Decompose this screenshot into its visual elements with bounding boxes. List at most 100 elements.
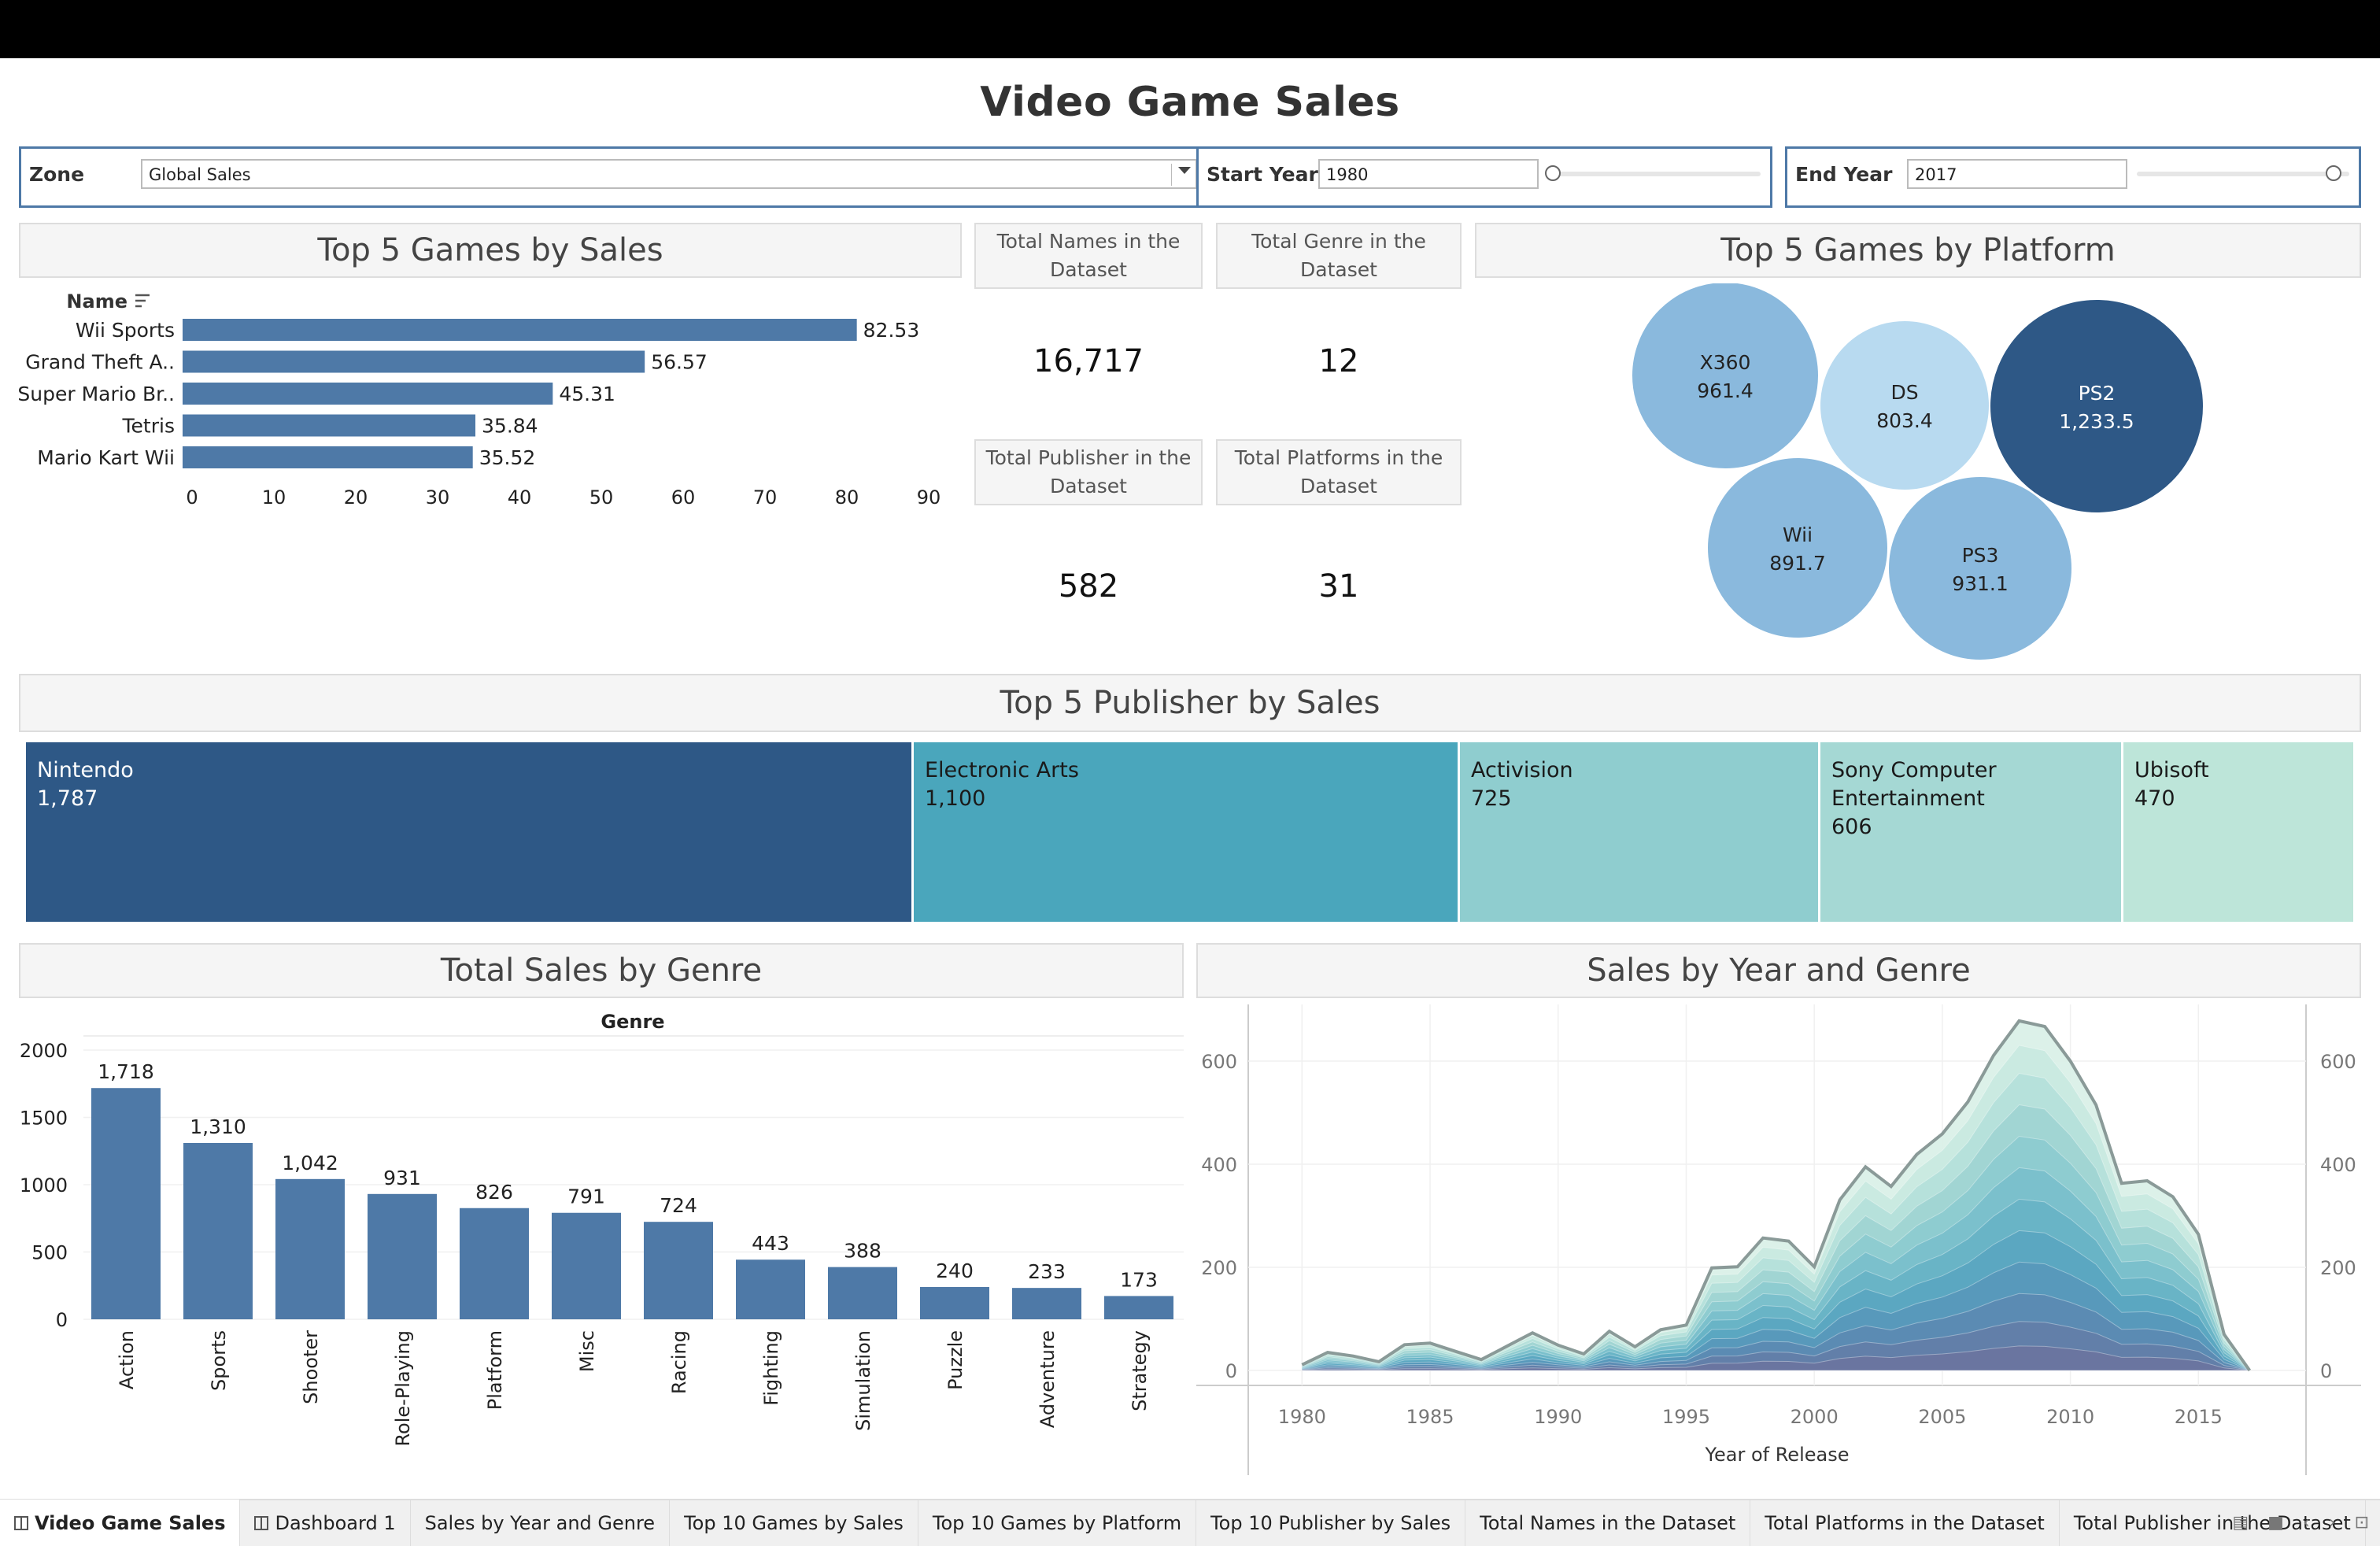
publisher-value-label: 470 <box>2134 786 2175 811</box>
dashboard-icon <box>254 1516 269 1530</box>
kpi-platforms-value: 31 <box>1318 568 1359 605</box>
x-axis-tick-label: 1990 <box>1534 1406 1582 1428</box>
y-axis-tick-label: 600 <box>1201 1051 1237 1073</box>
sheet-tab-bar: Video Game Sales Dashboard 1 Sales by Year… <box>0 1499 2380 1546</box>
dashboard-title: Video Game Sales <box>980 79 1400 126</box>
genre-sales-value: 724 <box>660 1194 697 1217</box>
zone-dropdown[interactable]: Global Sales <box>141 159 1197 189</box>
tab-label: Sales by Year and Genre <box>424 1512 656 1534</box>
top-games-bar-chart: Name Wii Sports 82.53 Grand Theft A.. 56.57 S… <box>17 290 941 509</box>
x-axis-tick-label: 1980 <box>1278 1406 1326 1428</box>
top-publisher-title: Top 5 Publisher by Sales <box>19 674 2361 732</box>
genre-category-label: Strategy <box>1129 1330 1151 1411</box>
end-year-slider-handle[interactable] <box>2326 165 2341 181</box>
genre-sales-bar <box>920 1286 989 1319</box>
genre-sales-bar <box>368 1193 437 1319</box>
year-genre-title: Sales by Year and Genre <box>1196 943 2361 998</box>
x-axis-tick-label: 0 <box>186 486 198 509</box>
genre-sales-bar <box>828 1267 897 1319</box>
tab-total-platforms[interactable]: Total Platforms in the Dataset <box>1750 1500 2060 1546</box>
start-year-input[interactable]: 1980 <box>1318 159 1539 189</box>
tab-total-names[interactable]: Total Names in the Dataset <box>1465 1500 1751 1546</box>
present-icon[interactable]: ⊡ <box>2355 1513 2369 1533</box>
genre-sales-value: 1,718 <box>98 1060 154 1083</box>
genre-category-label: Misc <box>576 1330 598 1372</box>
platform-value-label: 1,233.5 <box>2059 410 2134 433</box>
tab-label: Top 10 Publisher by Sales <box>1210 1512 1451 1534</box>
tab-sales-by-year-and-genre[interactable]: Sales by Year and Genre <box>411 1500 671 1546</box>
end-year-input[interactable]: 2017 <box>1907 159 2127 189</box>
game-name-label: Grand Theft A.. <box>25 351 175 374</box>
game-sales-bar <box>183 319 857 341</box>
genre-sales-bar <box>1104 1296 1173 1319</box>
genre-category-label: Action <box>116 1330 138 1389</box>
tab-label: Top 10 Games by Sales <box>684 1512 904 1534</box>
platform-value-label: 961.4 <box>1697 379 1754 402</box>
y-axis-tick-label: 2000 <box>20 1040 68 1062</box>
y-axis-tick-label: 0 <box>56 1309 68 1331</box>
genre-category-label: Puzzle <box>944 1330 966 1390</box>
platform-name-label: X360 <box>1700 351 1751 374</box>
x-axis-tick-label: 10 <box>262 486 286 509</box>
genre-sales-bar <box>736 1259 805 1319</box>
x-axis-tick-label: 2005 <box>1918 1406 1966 1428</box>
year-genre-area-chart: 0 0 200 200 400 400 600 600 1980 1985 1990 1995 2000… <box>1196 1004 2361 1475</box>
x-axis-tick-label: 1995 <box>1662 1406 1710 1428</box>
grid-view-icon[interactable]: ▤ <box>2232 1513 2249 1533</box>
platform-name-label: Wii <box>1783 523 1813 546</box>
genre-category-label: Shooter <box>300 1330 322 1404</box>
start-year-slider[interactable] <box>1548 172 1761 176</box>
kpi-platforms-title: Total Platforms in the Dataset <box>1216 439 1462 505</box>
kpi-names-title: Total Names in the Dataset <box>974 223 1203 289</box>
platform-bubble <box>1819 320 1990 491</box>
platform-bubble <box>1706 457 1889 639</box>
start-year-filter: Start Year 1980 <box>1196 146 1772 208</box>
window-top-bar <box>0 0 2380 58</box>
dropdown-separator <box>1171 164 1172 186</box>
start-year-slider-handle[interactable] <box>1545 165 1561 181</box>
tab-top-10-games-by-platform[interactable]: Top 10 Games by Platform <box>918 1500 1197 1546</box>
x-axis-title: Year of Release <box>1705 1444 1850 1466</box>
game-sales-value: 35.84 <box>482 415 538 438</box>
sort-icon <box>135 294 150 308</box>
tab-label: Video Game Sales <box>35 1512 226 1534</box>
y-axis-tick-label: 200 <box>1201 1257 1237 1279</box>
y-axis-tick-label-right: 600 <box>2320 1051 2356 1073</box>
platform-value-label: 891.7 <box>1769 552 1826 575</box>
end-year-filter: End Year 2017 <box>1785 146 2361 208</box>
x-axis-tick-label: 2000 <box>1791 1406 1839 1428</box>
x-axis-tick-label: 2010 <box>2046 1406 2094 1428</box>
game-name-label: Tetris <box>122 415 175 438</box>
tab-label: Dashboard 1 <box>275 1512 396 1534</box>
platform-name-label: PS3 <box>1962 544 1999 567</box>
game-sales-bar <box>183 350 645 373</box>
filmstrip-view-icon[interactable]: ■ <box>2267 1513 2284 1533</box>
tab-dashboard-1[interactable]: Dashboard 1 <box>240 1500 411 1546</box>
x-axis-tick-label: 40 <box>508 486 532 509</box>
start-year-value: 1980 <box>1326 165 1369 184</box>
x-axis-tick-label: 30 <box>426 486 450 509</box>
tab-video-game-sales[interactable]: Video Game Sales <box>0 1500 241 1546</box>
game-name-label: Wii Sports <box>76 319 175 342</box>
publisher-value-label: 1,100 <box>925 786 986 811</box>
genre-sales-value: 931 <box>383 1167 421 1189</box>
x-axis-tick-label: 50 <box>589 486 614 509</box>
publisher-cell: Nintendo 1,787 <box>26 742 914 922</box>
publisher-name-label: Sony Computer Entertainment <box>1831 758 1997 811</box>
publisher-name-label: Nintendo <box>37 758 134 782</box>
scroll-left-icon[interactable]: ‹ <box>2303 1513 2310 1533</box>
end-year-slider[interactable] <box>2137 172 2349 176</box>
chevron-down-icon[interactable] <box>1178 167 1191 174</box>
genre-sales-value: 173 <box>1120 1268 1158 1291</box>
tab-top-10-publisher-by-sales[interactable]: Top 10 Publisher by Sales <box>1196 1500 1466 1546</box>
x-axis-tick-label: 80 <box>835 486 859 509</box>
x-axis-tick-label: 2015 <box>2175 1406 2223 1428</box>
zone-filter: Zone Global Sales <box>19 146 1204 208</box>
start-year-label: Start Year <box>1207 163 1318 186</box>
publisher-value-label: 606 <box>1831 815 1872 839</box>
y-axis-tick-label: 1500 <box>20 1108 68 1130</box>
publisher-name-label: Activision <box>1471 758 1573 782</box>
scroll-right-icon[interactable]: › <box>2329 1513 2336 1533</box>
tab-top-10-games-by-sales[interactable]: Top 10 Games by Sales <box>670 1500 918 1546</box>
zone-dropdown-value: Global Sales <box>149 165 251 184</box>
